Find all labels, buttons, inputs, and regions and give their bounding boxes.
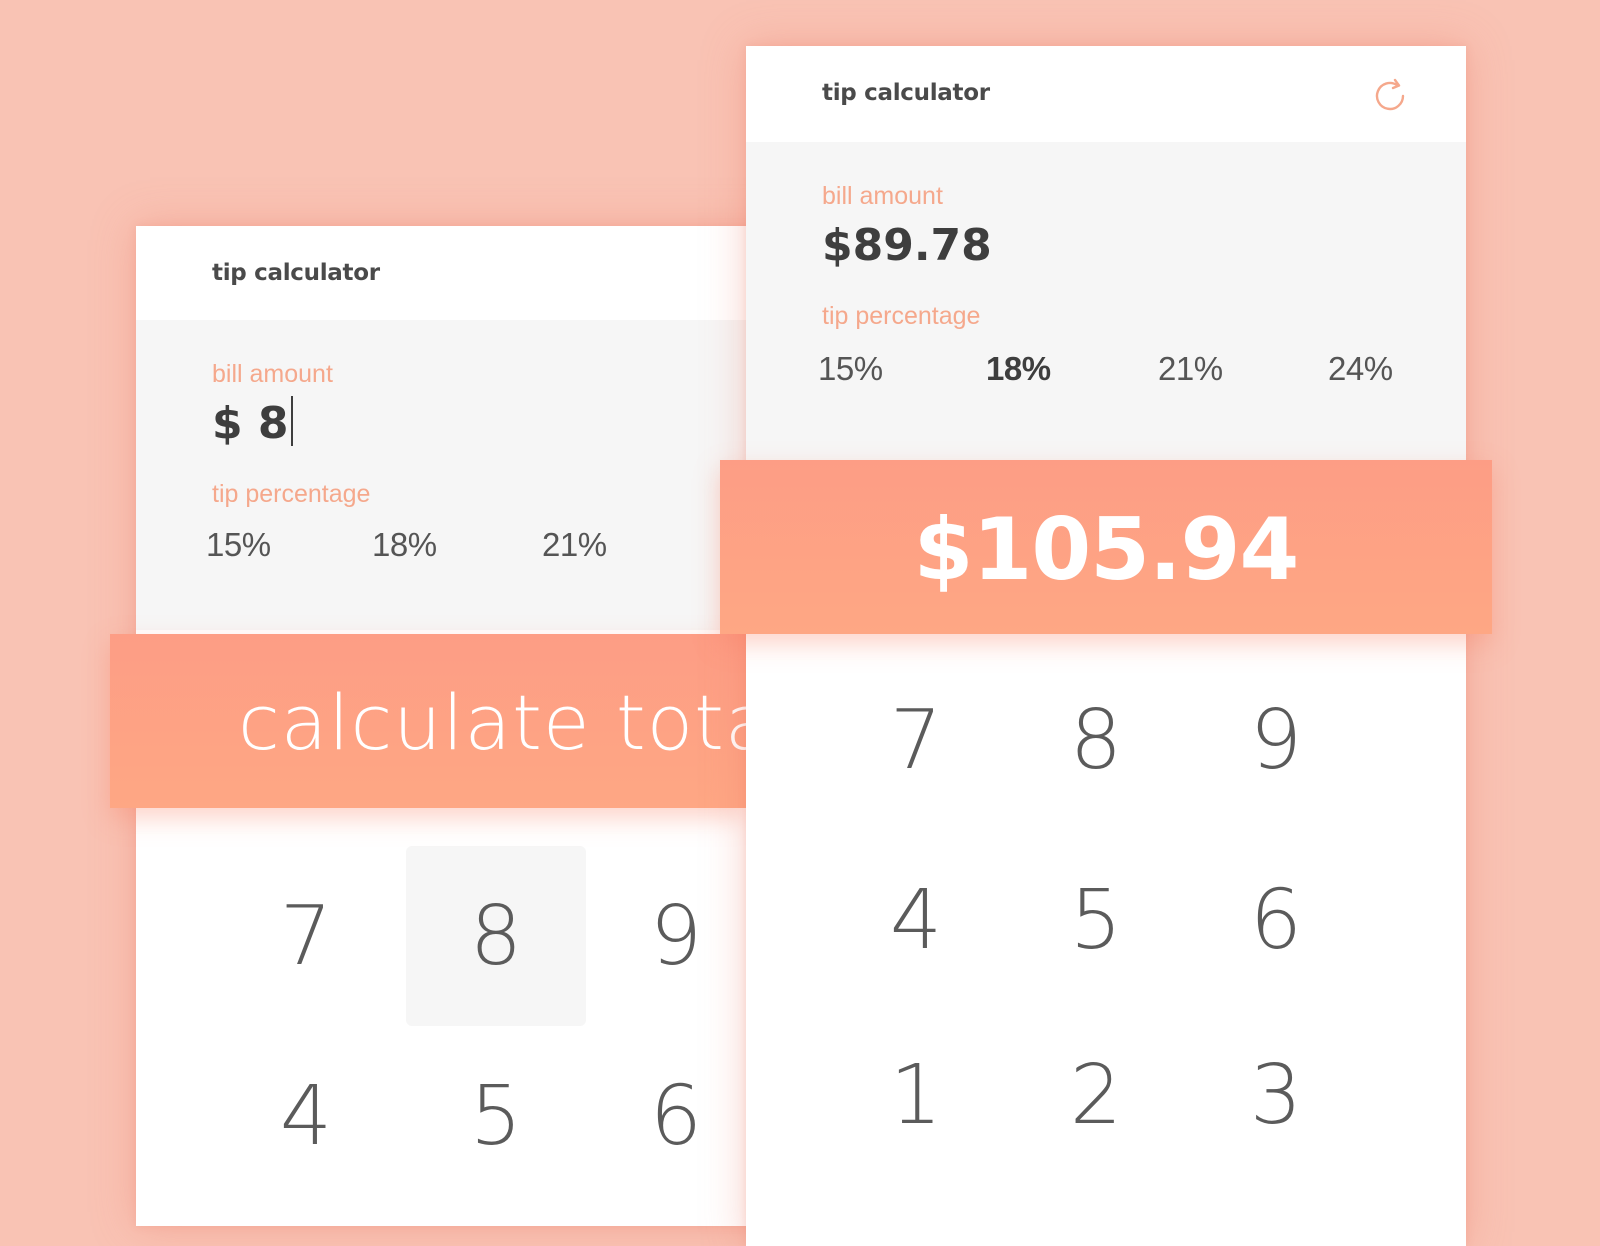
front-key-3[interactable]: 3 — [1186, 1005, 1366, 1185]
back-app-title: tip calculator — [212, 260, 380, 286]
calculate-total-label: calculate total — [238, 678, 746, 767]
back-key-5[interactable]: 5 — [406, 1026, 586, 1206]
front-bill-value[interactable]: $89.78 — [822, 220, 992, 271]
refresh-icon[interactable] — [1370, 76, 1410, 116]
front-key-5[interactable]: 5 — [1006, 830, 1186, 1010]
back-key-9[interactable]: 9 — [586, 846, 766, 1026]
front-tip-21[interactable]: 21% — [1158, 350, 1223, 388]
text-caret — [290, 396, 293, 446]
front-key-6[interactable]: 6 — [1186, 830, 1366, 1010]
back-key-8[interactable]: 8 — [406, 846, 586, 1026]
front-input-panel: bill amount $89.78 tip percentage 15% 18… — [746, 142, 1466, 462]
back-tip-18[interactable]: 18% — [372, 526, 437, 564]
calculate-total-button[interactable]: calculate total — [110, 634, 746, 808]
back-tip-label: tip percentage — [212, 480, 371, 508]
back-bill-value: $ 8 — [212, 398, 289, 449]
back-bill-input[interactable]: $ 8 — [212, 396, 293, 449]
front-tip-15[interactable]: 15% — [818, 350, 883, 388]
front-key-1[interactable]: 1 — [826, 1005, 1006, 1185]
back-input-panel: bill amount $ 8 tip percentage 15% 18% 2… — [136, 320, 812, 630]
back-key-6[interactable]: 6 — [586, 1026, 766, 1206]
back-tip-15[interactable]: 15% — [206, 526, 271, 564]
front-key-2[interactable]: 2 — [1006, 1005, 1186, 1185]
back-tip-21[interactable]: 21% — [542, 526, 607, 564]
front-tip-options: 15% 18% 21% 24% — [818, 350, 1466, 390]
front-key-8[interactable]: 8 — [1006, 650, 1186, 830]
total-amount: $105.94 — [913, 500, 1300, 600]
back-key-7[interactable]: 7 — [216, 846, 396, 1026]
front-tip-24[interactable]: 24% — [1328, 350, 1393, 388]
front-calculator-card: tip calculator bill amount $89.78 tip pe… — [746, 46, 1466, 1246]
back-key-4[interactable]: 4 — [216, 1026, 396, 1206]
front-tip-18[interactable]: 18% — [986, 350, 1051, 388]
front-app-title: tip calculator — [822, 80, 990, 106]
back-bill-label: bill amount — [212, 360, 333, 388]
front-bill-label: bill amount — [822, 182, 943, 210]
front-key-7[interactable]: 7 — [826, 650, 1006, 830]
total-display: $105.94 — [720, 460, 1492, 634]
back-header: tip calculator — [136, 226, 812, 320]
front-header: tip calculator — [746, 46, 1466, 142]
front-key-4[interactable]: 4 — [826, 830, 1006, 1010]
front-tip-label: tip percentage — [822, 302, 981, 330]
front-key-9[interactable]: 9 — [1186, 650, 1366, 830]
